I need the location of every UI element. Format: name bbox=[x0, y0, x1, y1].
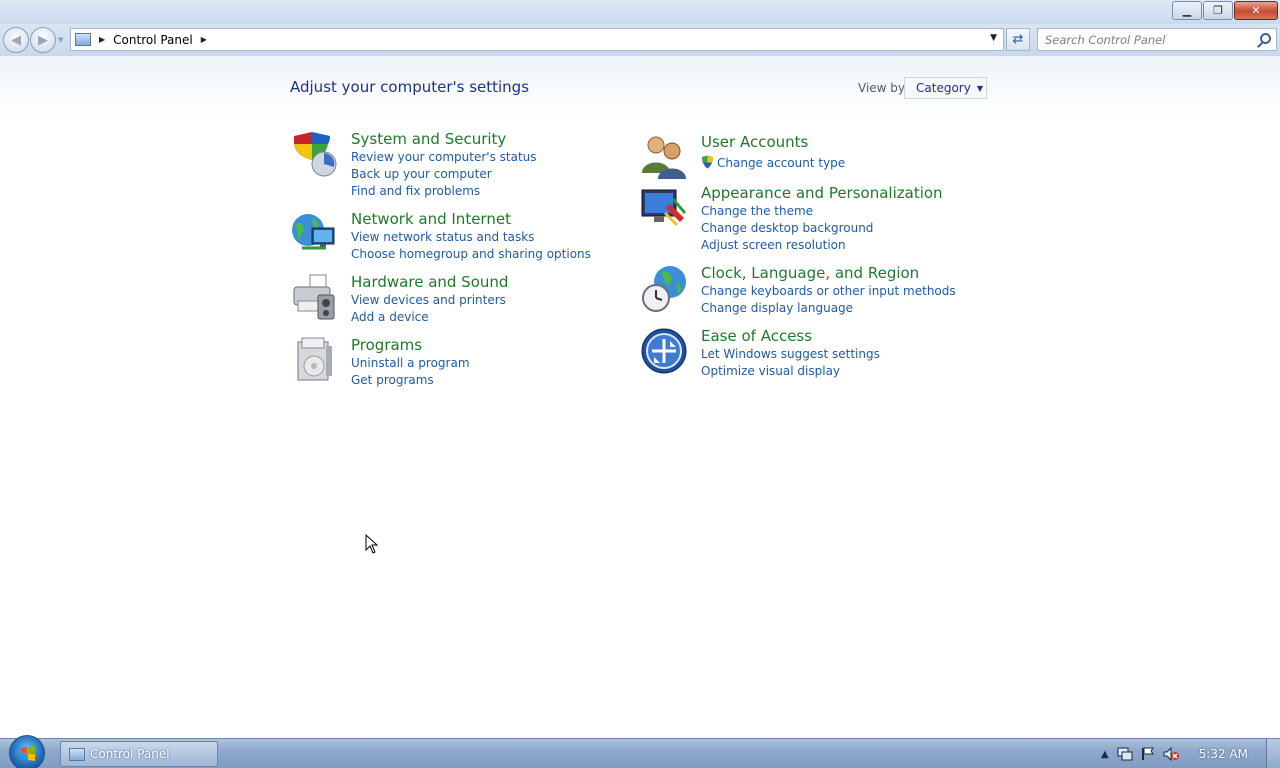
category-title[interactable]: User Accounts bbox=[701, 133, 808, 151]
search-icon[interactable] bbox=[1260, 33, 1271, 44]
link-homegroup[interactable]: Choose homegroup and sharing options bbox=[351, 246, 591, 263]
network-icon[interactable] bbox=[1117, 747, 1133, 761]
search-box[interactable] bbox=[1037, 28, 1277, 51]
recent-pages-dropdown-icon[interactable]: ▼ bbox=[58, 36, 63, 44]
link-devices-printers[interactable]: View devices and printers bbox=[351, 292, 506, 309]
link-screen-resolution[interactable]: Adjust screen resolution bbox=[701, 237, 873, 254]
close-icon: ✕ bbox=[1251, 4, 1261, 17]
ease-of-access-icon[interactable] bbox=[640, 327, 688, 375]
control-panel-icon bbox=[69, 747, 85, 761]
address-dropdown-icon[interactable]: ▼ bbox=[990, 33, 997, 43]
breadcrumb-separator-icon[interactable]: ▶ bbox=[201, 35, 207, 44]
users-icon[interactable] bbox=[640, 133, 688, 181]
caption-buttons: ▁ ❐ ✕ bbox=[1171, 1, 1278, 20]
refresh-button[interactable]: ⇄ bbox=[1006, 28, 1030, 51]
category-title[interactable]: Clock, Language, and Region bbox=[701, 264, 919, 282]
show-hidden-icons-arrow-icon[interactable]: ▲ bbox=[1101, 749, 1109, 760]
page-title: Adjust your computer's settings bbox=[290, 78, 530, 96]
link-get-programs[interactable]: Get programs bbox=[351, 372, 470, 389]
category-title[interactable]: Appearance and Personalization bbox=[701, 184, 943, 202]
chevron-down-icon: ▼ bbox=[976, 83, 983, 93]
link-review-status[interactable]: Review your computer's status bbox=[351, 149, 537, 166]
link-label: Change account type bbox=[717, 156, 846, 170]
window-title-bar[interactable]: ▁ ❐ ✕ bbox=[0, 0, 1280, 24]
forward-button[interactable]: ▶ bbox=[30, 27, 56, 53]
view-by-dropdown[interactable]: Category ▼ bbox=[904, 77, 987, 99]
view-by-value: Category bbox=[916, 81, 971, 95]
link-network-status[interactable]: View network status and tasks bbox=[351, 229, 591, 246]
minimize-icon: ▁ bbox=[1182, 4, 1192, 17]
action-center-flag-icon[interactable] bbox=[1141, 747, 1155, 761]
restore-button[interactable]: ❐ bbox=[1203, 1, 1233, 20]
taskbar-button-label: Control Panel bbox=[90, 747, 170, 761]
link-find-fix[interactable]: Find and fix problems bbox=[351, 183, 537, 200]
start-button[interactable] bbox=[9, 735, 45, 768]
control-panel-content: Adjust your computer's settings View by:… bbox=[0, 56, 1280, 738]
programs-box-icon[interactable] bbox=[290, 336, 338, 384]
taskbar-control-panel-button[interactable]: Control Panel bbox=[60, 741, 218, 767]
category-title[interactable]: System and Security bbox=[351, 130, 506, 148]
monitor-palette-icon[interactable] bbox=[640, 184, 688, 232]
network-globe-icon[interactable] bbox=[290, 210, 338, 258]
windows-logo-icon bbox=[21, 746, 35, 761]
category-title[interactable]: Hardware and Sound bbox=[351, 273, 508, 291]
breadcrumb-separator-icon[interactable]: ▶ bbox=[99, 35, 105, 44]
link-optimize-display[interactable]: Optimize visual display bbox=[701, 363, 880, 380]
shield-icon[interactable] bbox=[290, 130, 338, 178]
mouse-cursor-icon bbox=[365, 534, 379, 554]
link-back-up[interactable]: Back up your computer bbox=[351, 166, 537, 183]
category-title[interactable]: Network and Internet bbox=[351, 210, 511, 228]
show-desktop-button[interactable] bbox=[1266, 739, 1280, 768]
category-title[interactable]: Ease of Access bbox=[701, 327, 812, 345]
back-button[interactable]: ◀ bbox=[3, 27, 29, 53]
link-suggest-settings[interactable]: Let Windows suggest settings bbox=[701, 346, 880, 363]
link-change-theme[interactable]: Change the theme bbox=[701, 203, 873, 220]
close-button[interactable]: ✕ bbox=[1234, 1, 1278, 20]
view-by-label: View by: bbox=[858, 81, 909, 95]
arrow-left-icon: ◀ bbox=[11, 32, 21, 48]
system-tray: ▲ 5:32 AM bbox=[1101, 739, 1280, 768]
control-panel-icon bbox=[75, 33, 91, 46]
address-bar[interactable]: ▶ Control Panel ▶ ▼ bbox=[70, 28, 1004, 51]
breadcrumb-control-panel[interactable]: Control Panel bbox=[113, 33, 193, 47]
refresh-icon: ⇄ bbox=[1012, 32, 1024, 47]
link-uninstall[interactable]: Uninstall a program bbox=[351, 355, 470, 372]
navigation-bar: ◀ ▶ ▼ ▶ Control Panel ▶ ▼ ⇄ bbox=[0, 24, 1280, 56]
uac-shield-icon bbox=[702, 155, 713, 169]
arrow-right-icon: ▶ bbox=[38, 32, 48, 48]
link-display-language[interactable]: Change display language bbox=[701, 300, 956, 317]
link-desktop-background[interactable]: Change desktop background bbox=[701, 220, 873, 237]
printer-speaker-icon[interactable] bbox=[290, 273, 338, 321]
restore-icon: ❐ bbox=[1213, 4, 1223, 17]
taskbar-clock[interactable]: 5:32 AM bbox=[1199, 747, 1248, 761]
link-keyboards[interactable]: Change keyboards or other input methods bbox=[701, 283, 956, 300]
link-add-device[interactable]: Add a device bbox=[351, 309, 506, 326]
clock-globe-icon[interactable] bbox=[640, 264, 688, 312]
taskbar: Control Panel ▲ 5:32 AM bbox=[0, 735, 1280, 768]
volume-muted-icon[interactable] bbox=[1163, 747, 1179, 761]
category-title[interactable]: Programs bbox=[351, 336, 422, 354]
link-change-account-type[interactable]: Change account type bbox=[701, 155, 845, 172]
search-input[interactable] bbox=[1038, 29, 1248, 50]
minimize-button[interactable]: ▁ bbox=[1172, 1, 1202, 20]
